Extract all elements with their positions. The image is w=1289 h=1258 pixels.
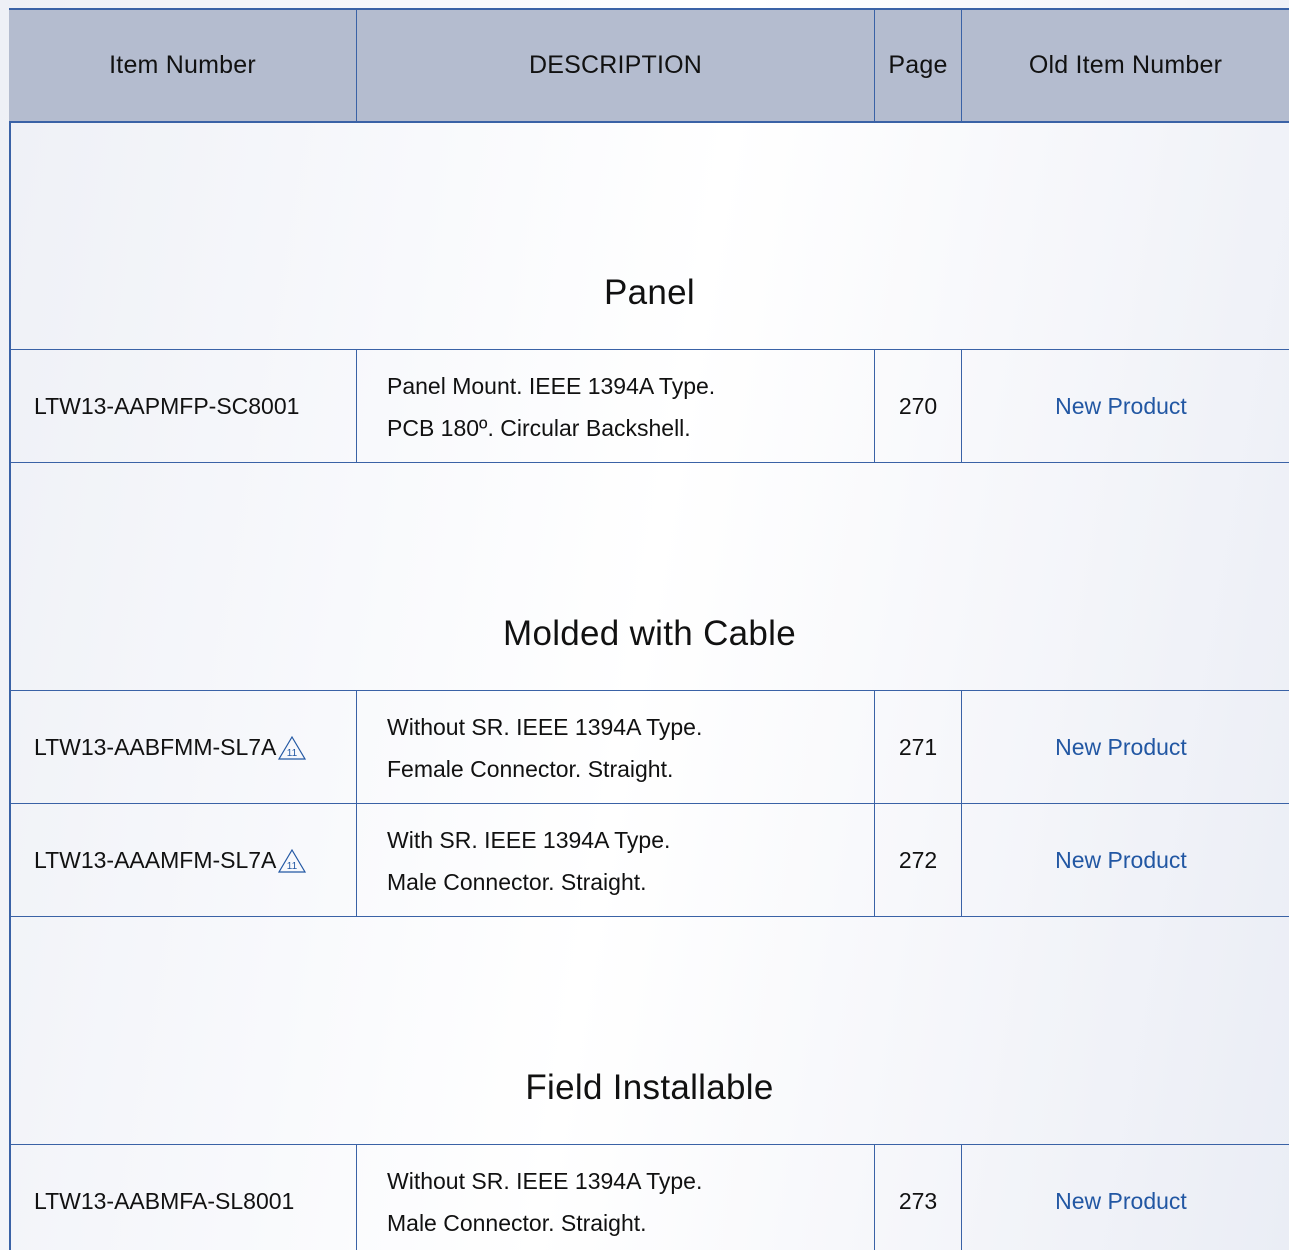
column-divider xyxy=(874,1145,875,1250)
page-number: 270 xyxy=(898,393,938,419)
header-divider xyxy=(961,8,962,123)
item-number: LTW13-AAAMFM-SL7A xyxy=(34,847,277,873)
description-line: PCB 180º. Circular Backshell. xyxy=(387,414,691,441)
warning-note-number: 11 xyxy=(287,748,298,759)
column-divider xyxy=(874,350,875,463)
description-line: Panel Mount. IEEE 1394A Type. xyxy=(387,372,716,399)
item-number-cell: LTW13-AABMFA-SL8001 xyxy=(34,1145,354,1258)
description-line: Male Connector. Straight. xyxy=(387,1209,647,1236)
header-item-number: Item Number xyxy=(109,51,256,79)
section-title-panel: Panel xyxy=(603,273,696,312)
description-line: Male Connector. Straight. xyxy=(387,868,647,895)
warning-note-icon[interactable]: 11 xyxy=(277,848,307,874)
product-table-page: Item Number DESCRIPTION Page Old Item Nu… xyxy=(0,0,1289,1250)
column-divider xyxy=(874,691,875,917)
section-title-molded-with-cable: Molded with Cable xyxy=(502,614,797,653)
description-line: Without SR. IEEE 1394A Type. xyxy=(387,1167,703,1194)
item-number: LTW13-AABMFA-SL8001 xyxy=(34,1188,295,1214)
header-divider xyxy=(356,8,357,123)
description-line: With SR. IEEE 1394A Type. xyxy=(387,826,671,853)
description-cell: With SR. IEEE 1394A Type. Male Connector… xyxy=(387,804,867,917)
page-number: 272 xyxy=(898,847,938,873)
item-number-cell: LTW13-AABFMM-SL7A 11 xyxy=(34,691,354,804)
header-old-item-number: Old Item Number xyxy=(1028,51,1223,79)
old-item-link[interactable]: New Product xyxy=(962,350,1280,463)
item-number-cell: LTW13-AAAMFM-SL7A 11 xyxy=(34,804,354,917)
table-header: Item Number DESCRIPTION Page Old Item Nu… xyxy=(9,8,1289,123)
description-cell: Without SR. IEEE 1394A Type. Male Connec… xyxy=(387,1145,867,1258)
table-row: LTW13-AABFMM-SL7A 11 Without SR. IEEE 139… xyxy=(10,691,1289,804)
item-number-cell: LTW13-AAPMFP-SC8001 xyxy=(34,350,354,463)
column-divider xyxy=(356,350,357,463)
column-divider xyxy=(961,350,962,463)
section-title-field-installable: Field Installable xyxy=(525,1068,774,1107)
table-row: LTW13-AAPMFP-SC8001 Panel Mount. IEEE 13… xyxy=(10,350,1289,463)
table-row: LTW13-AAAMFM-SL7A 11 With SR. IEEE 1394A … xyxy=(10,804,1289,917)
description-cell: Without SR. IEEE 1394A Type. Female Conn… xyxy=(387,691,867,804)
row-divider xyxy=(10,462,1289,463)
table-row: LTW13-AABMFA-SL8001 Without SR. IEEE 139… xyxy=(10,1145,1289,1258)
column-divider xyxy=(961,1145,962,1250)
old-item-link[interactable]: New Product xyxy=(962,1145,1280,1258)
row-divider xyxy=(10,916,1289,917)
column-divider xyxy=(356,691,357,917)
column-divider xyxy=(961,691,962,917)
page-number: 271 xyxy=(898,734,938,760)
page-number: 273 xyxy=(898,1188,938,1214)
header-divider xyxy=(874,8,875,123)
warning-note-number: 11 xyxy=(287,861,298,872)
description-line: Female Connector. Straight. xyxy=(387,755,674,782)
warning-note-icon[interactable]: 11 xyxy=(277,735,307,761)
item-number: LTW13-AAPMFP-SC8001 xyxy=(34,393,300,419)
header-description: DESCRIPTION xyxy=(528,51,703,79)
column-divider xyxy=(356,1145,357,1250)
old-item-link[interactable]: New Product xyxy=(962,804,1280,917)
header-page: Page xyxy=(888,51,948,79)
item-number: LTW13-AABFMM-SL7A xyxy=(34,734,277,760)
description-line: Without SR. IEEE 1394A Type. xyxy=(387,713,703,740)
old-item-link[interactable]: New Product xyxy=(962,691,1280,804)
description-cell: Panel Mount. IEEE 1394A Type. PCB 180º. … xyxy=(387,350,867,463)
